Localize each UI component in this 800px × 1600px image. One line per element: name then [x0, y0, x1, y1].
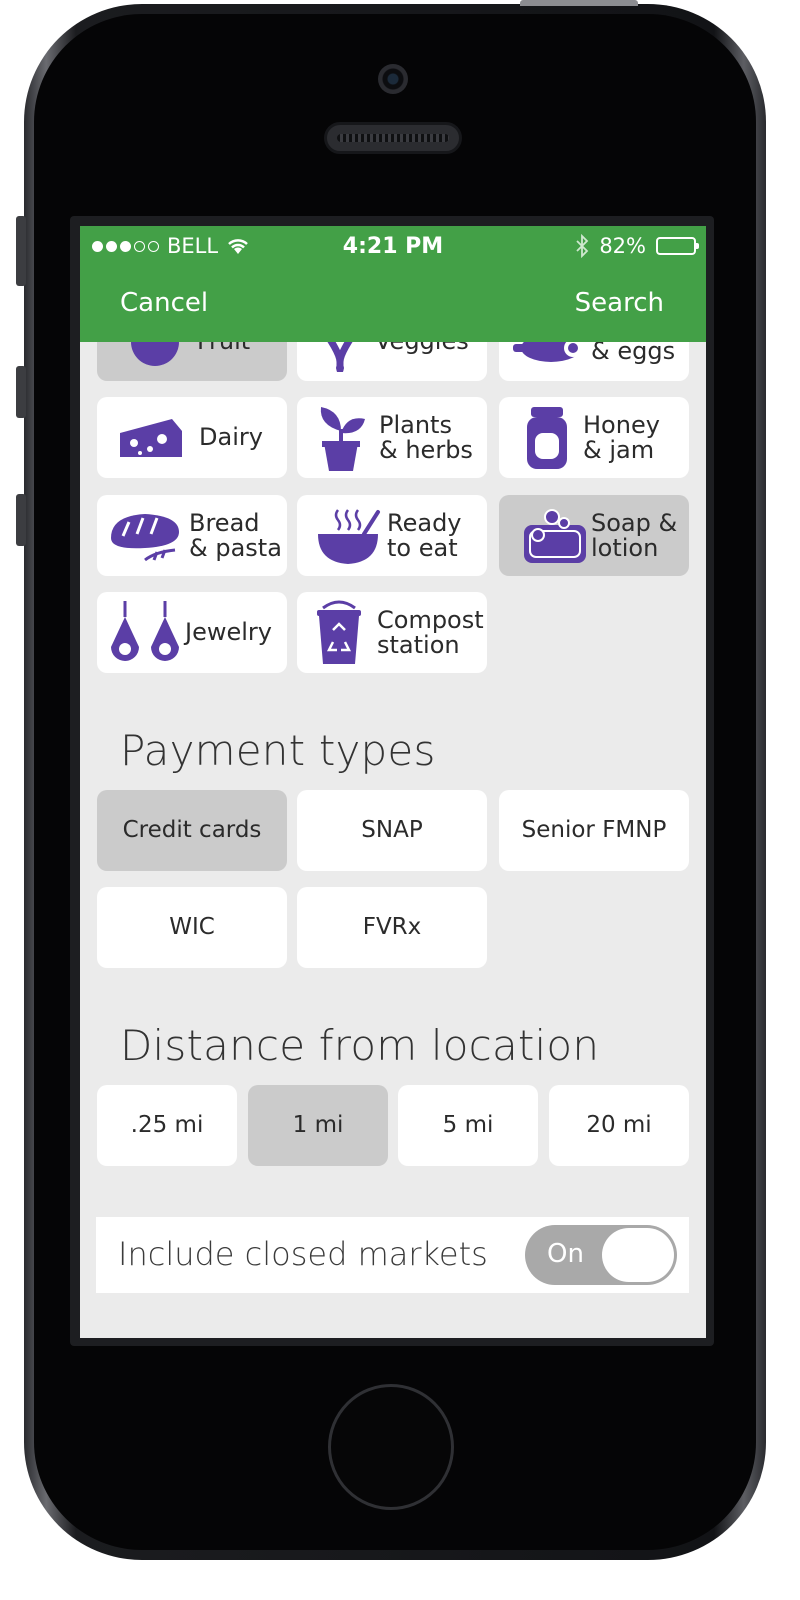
- distance-heading: Distance from location: [120, 1021, 600, 1070]
- distance-option-quarter-mile[interactable]: .25 mi: [97, 1085, 237, 1166]
- earrings-icon: [105, 599, 185, 667]
- category-plants-herbs[interactable]: Plants & herbs: [297, 397, 487, 478]
- payment-option-wic[interactable]: WIC: [97, 887, 287, 968]
- include-closed-markets-label: Include closed markets: [118, 1235, 488, 1273]
- category-compost-station[interactable]: Compost station: [297, 592, 487, 673]
- include-closed-markets-row: Include closed markets On: [96, 1217, 689, 1293]
- filter-content: Fruit Veggies & eggs Dairy Plants & he: [80, 226, 706, 1338]
- payment-option-fvrx[interactable]: FVRx: [297, 887, 487, 968]
- payment-option-snap[interactable]: SNAP: [297, 790, 487, 871]
- earpiece-speaker: [324, 122, 462, 154]
- category-jewelry[interactable]: Jewelry: [97, 592, 287, 673]
- distance-option-20-miles[interactable]: 20 mi: [549, 1085, 689, 1166]
- category-label: & eggs: [591, 337, 676, 365]
- status-bar: BELL 4:21 PM 82%: [80, 234, 706, 264]
- cheese-icon: [111, 413, 191, 463]
- category-ready-to-eat[interactable]: Ready to eat: [297, 495, 487, 576]
- front-camera: [378, 64, 408, 94]
- category-label: Plants & herbs: [379, 410, 473, 464]
- payment-option-label: SNAP: [361, 817, 423, 843]
- category-label: Dairy: [199, 423, 263, 451]
- include-closed-markets-toggle[interactable]: On: [525, 1225, 677, 1285]
- category-honey-jam[interactable]: Honey & jam: [499, 397, 689, 478]
- cancel-button[interactable]: Cancel: [120, 288, 208, 318]
- category-label: Ready to eat: [387, 508, 462, 562]
- soap-icon: [513, 507, 597, 565]
- app-header: BELL 4:21 PM 82% Cancel Search: [80, 226, 706, 342]
- plant-icon: [309, 403, 373, 473]
- distance-option-5-miles[interactable]: 5 mi: [398, 1085, 538, 1166]
- compost-icon: [309, 600, 369, 666]
- app-display: Fruit Veggies & eggs Dairy Plants & he: [80, 226, 706, 1338]
- status-right-group: 82%: [575, 234, 699, 258]
- jar-icon: [517, 405, 577, 471]
- payment-option-credit-cards[interactable]: Credit cards: [97, 790, 287, 871]
- category-dairy[interactable]: Dairy: [97, 397, 287, 478]
- payment-option-label: Credit cards: [122, 817, 262, 843]
- battery-icon: [656, 237, 699, 255]
- payment-types-heading: Payment types: [120, 726, 436, 775]
- category-label: Soap & lotion: [591, 508, 678, 562]
- power-button: [520, 0, 638, 6]
- category-label: Compost station: [377, 605, 484, 659]
- category-soap-lotion[interactable]: Soap & lotion: [499, 495, 689, 576]
- payment-option-senior-fmnp[interactable]: Senior FMNP: [499, 790, 689, 871]
- toggle-state-label: On: [547, 1239, 584, 1269]
- volume-down-button: [16, 494, 26, 546]
- mute-switch: [16, 216, 26, 286]
- volume-up-button: [16, 366, 26, 418]
- distance-option-label: 5 mi: [442, 1112, 494, 1138]
- payment-option-label: Senior FMNP: [521, 817, 667, 843]
- category-label: Bread & pasta: [189, 508, 282, 562]
- distance-option-label: 20 mi: [586, 1112, 652, 1138]
- home-button[interactable]: [328, 1384, 454, 1510]
- bread-icon: [103, 508, 189, 564]
- distance-option-label: .25 mi: [130, 1112, 204, 1138]
- payment-option-label: FVRx: [362, 914, 422, 940]
- toggle-knob[interactable]: [602, 1228, 674, 1282]
- battery-percent: 82%: [599, 234, 646, 258]
- bowl-icon: [311, 506, 387, 566]
- category-label: Honey & jam: [583, 410, 660, 464]
- category-label: Jewelry: [185, 618, 272, 646]
- bluetooth-icon: [576, 234, 589, 258]
- payment-option-label: WIC: [169, 914, 215, 940]
- category-bread-pasta[interactable]: Bread & pasta: [97, 495, 287, 576]
- distance-option-label: 1 mi: [292, 1112, 344, 1138]
- search-button[interactable]: Search: [575, 288, 664, 318]
- distance-option-1-mile[interactable]: 1 mi: [248, 1085, 388, 1166]
